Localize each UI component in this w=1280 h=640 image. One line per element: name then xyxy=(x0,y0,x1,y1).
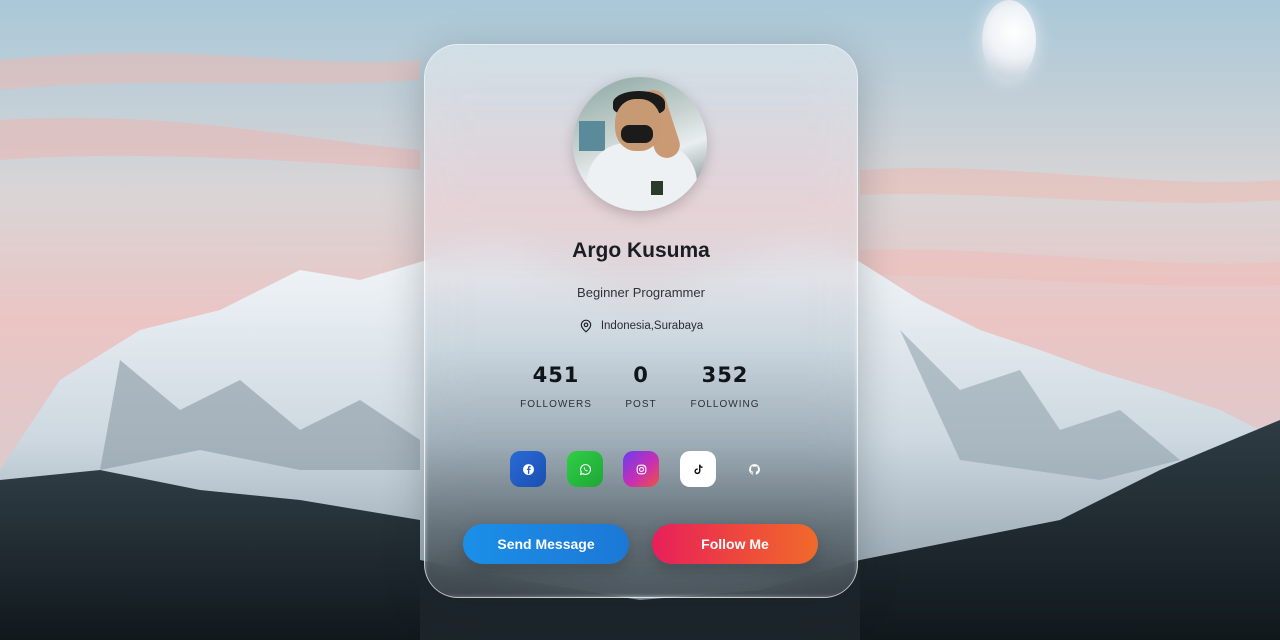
stat-value: 352 xyxy=(701,363,749,387)
facebook-button[interactable] xyxy=(510,451,546,487)
location-text: Indonesia,Surabaya xyxy=(600,320,704,332)
whatsapp-button[interactable] xyxy=(567,451,603,487)
follow-me-button[interactable]: Follow Me xyxy=(652,524,818,564)
whatsapp-icon xyxy=(579,463,591,475)
stat-label: FOLLOWING xyxy=(690,399,760,410)
location-pin-icon xyxy=(580,319,592,333)
profile-location: Indonesia,Surabaya xyxy=(425,319,857,333)
send-message-button[interactable]: Send Message xyxy=(463,524,629,564)
stat-following[interactable]: 352 FOLLOWING xyxy=(675,363,775,410)
tiktok-icon xyxy=(693,464,703,474)
profile-name: Argo Kusuma xyxy=(572,239,710,262)
avatar xyxy=(573,77,707,211)
github-button[interactable] xyxy=(736,451,772,487)
profile-card: Argo Kusuma Beginner Programmer Indonesi… xyxy=(424,44,858,598)
instagram-icon xyxy=(636,464,646,474)
tiktok-button[interactable] xyxy=(680,451,716,487)
facebook-icon xyxy=(522,463,534,475)
instagram-button[interactable] xyxy=(623,451,659,487)
github-icon xyxy=(748,463,760,475)
moon-image xyxy=(982,0,1036,80)
profile-role: Beginner Programmer xyxy=(577,285,705,300)
